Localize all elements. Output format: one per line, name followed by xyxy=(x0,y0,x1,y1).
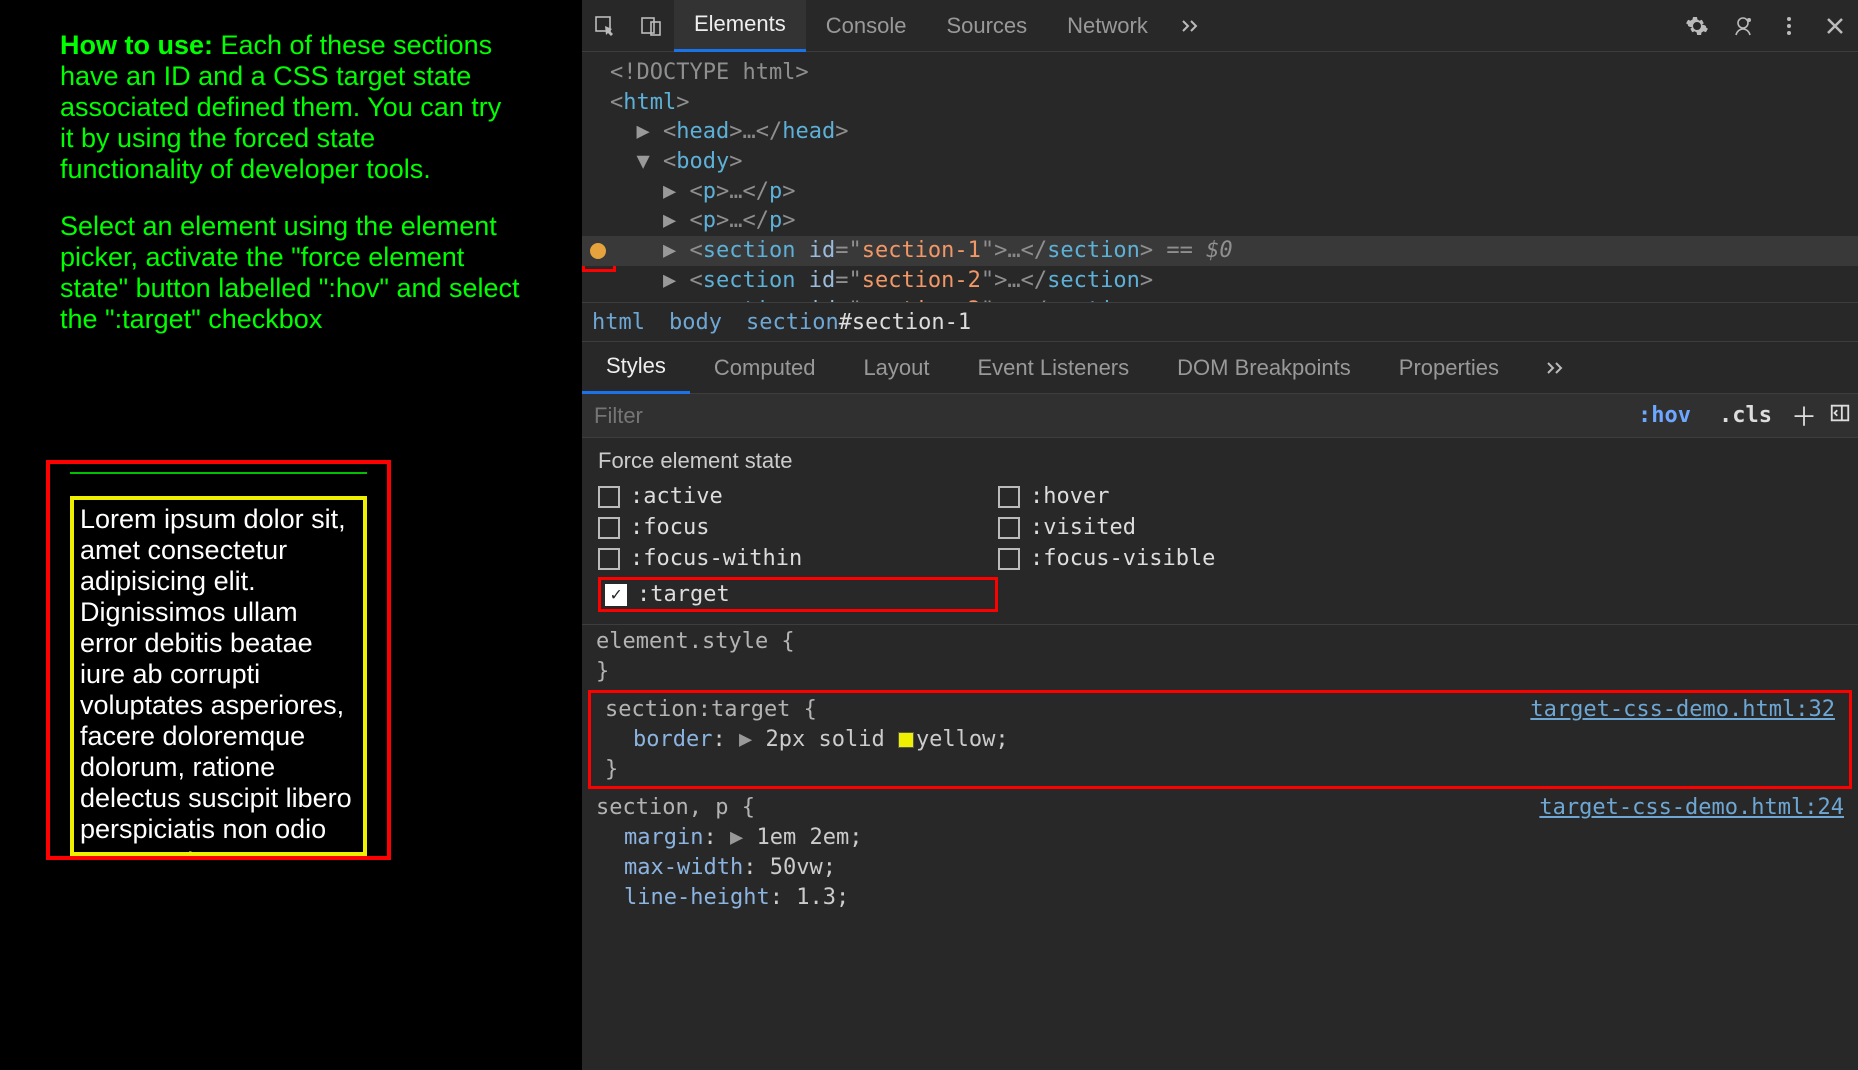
styles-tabbar: Styles Computed Layout Event Listeners D… xyxy=(582,342,1858,394)
dom-p1[interactable]: ▶ <p>…</p> xyxy=(582,177,1858,207)
dom-head[interactable]: ▶ <head>…</head> xyxy=(582,117,1858,147)
crumb-html[interactable]: html xyxy=(592,310,645,335)
checkbox-icon[interactable] xyxy=(998,517,1020,539)
annotation-red-box-section: Lorem ipsum dolor sit, amet consectetur … xyxy=(46,460,391,860)
checkbox-icon[interactable] xyxy=(598,486,620,508)
checkbox-icon[interactable] xyxy=(598,548,620,570)
rendered-page: How to use: Each of these sections have … xyxy=(0,0,582,1070)
section-divider xyxy=(70,472,367,474)
kebab-icon[interactable] xyxy=(1766,0,1812,52)
styles-tab-properties[interactable]: Properties xyxy=(1375,342,1523,394)
styles-tab-styles[interactable]: Styles xyxy=(582,342,690,394)
checkbox-icon[interactable] xyxy=(998,486,1020,508)
checkbox-icon[interactable] xyxy=(598,517,620,539)
force-focus[interactable]: :focus xyxy=(598,515,998,540)
devtools-tabbar: Elements Console Sources Network xyxy=(582,0,1858,52)
source-link-24[interactable]: target-css-demo.html:24 xyxy=(1539,793,1844,823)
devtools-panel: Elements Console Sources Network <!DOCTY… xyxy=(582,0,1858,1070)
dom-section-1[interactable]: ▶ <section id="section-1">…</section> ==… xyxy=(582,236,1858,266)
rule-prop-border[interactable]: border: ▶ 2px solid yellow; xyxy=(605,725,1835,755)
breadcrumb: html body section#section-1 xyxy=(582,302,1858,342)
tab-network[interactable]: Network xyxy=(1047,0,1168,52)
more-styles-tabs-icon[interactable] xyxy=(1533,342,1579,394)
dom-tree-wrap: <!DOCTYPE html> <html> ▶ <head>…</head> … xyxy=(582,52,1858,302)
color-swatch-yellow[interactable] xyxy=(898,732,914,748)
section-1-target: Lorem ipsum dolor sit, amet consectetur … xyxy=(70,496,367,856)
styles-tab-computed[interactable]: Computed xyxy=(690,342,840,394)
style-rules: element.style { } target-css-demo.html:3… xyxy=(582,625,1858,914)
more-tabs-chevrons-icon[interactable] xyxy=(1168,0,1214,52)
dom-body-open[interactable]: ▼ <body> xyxy=(582,147,1858,177)
rule-prop-margin[interactable]: margin: ▶ 1em 2em; xyxy=(596,823,1844,853)
customize-icon[interactable] xyxy=(1720,0,1766,52)
howto-block: How to use: Each of these sections have … xyxy=(60,30,522,335)
inspect-icon[interactable] xyxy=(582,0,628,52)
rule-prop-line-height[interactable]: line-height: 1.3; xyxy=(596,883,1844,913)
crumb-body[interactable]: body xyxy=(669,310,722,335)
force-hover[interactable]: :hover xyxy=(998,484,1398,509)
section-1-text: Lorem ipsum dolor sit, amet consectetur … xyxy=(80,504,352,856)
crumb-section[interactable]: section#section-1 xyxy=(746,310,971,335)
device-toggle-icon[interactable] xyxy=(628,0,674,52)
rule-element-style[interactable]: element.style { } xyxy=(582,625,1858,688)
annotation-red-box-target: :target xyxy=(598,577,998,612)
source-link-32[interactable]: target-css-demo.html:32 xyxy=(1530,695,1835,725)
styles-filter-row: :hov .cls ＋ xyxy=(582,394,1858,438)
tab-elements[interactable]: Elements xyxy=(674,0,806,52)
dom-section-3[interactable]: ▶ <section id="section-3">…</section> xyxy=(582,296,1858,303)
howto-paragraph-1: How to use: Each of these sections have … xyxy=(60,30,522,185)
force-target[interactable]: :target xyxy=(605,582,730,607)
dom-p2[interactable]: ▶ <p>…</p> xyxy=(582,206,1858,236)
styles-filter-input[interactable] xyxy=(582,403,1624,429)
force-visited[interactable]: :visited xyxy=(998,515,1398,540)
dom-doctype[interactable]: <!DOCTYPE html> xyxy=(582,58,1858,88)
force-focus-within[interactable]: :focus-within xyxy=(598,546,998,571)
breakpoint-dot-icon[interactable] xyxy=(590,243,606,259)
styles-tab-dom-breakpoints[interactable]: DOM Breakpoints xyxy=(1153,342,1375,394)
force-state-panel: Force element state :active :hover :focu… xyxy=(582,438,1858,625)
hov-toggle[interactable]: :hov xyxy=(1624,403,1705,428)
styles-tab-event-listeners[interactable]: Event Listeners xyxy=(954,342,1154,394)
dom-tree[interactable]: <!DOCTYPE html> <html> ▶ <head>…</head> … xyxy=(582,52,1858,302)
gear-icon[interactable] xyxy=(1674,0,1720,52)
rule-section-target[interactable]: target-css-demo.html:32 section:target {… xyxy=(588,690,1852,789)
howto-paragraph-2: Select an element using the element pick… xyxy=(60,211,522,335)
tab-console[interactable]: Console xyxy=(806,0,927,52)
checkbox-icon[interactable] xyxy=(998,548,1020,570)
styles-tab-layout[interactable]: Layout xyxy=(839,342,953,394)
new-style-rule-button[interactable]: ＋ xyxy=(1786,397,1822,434)
tab-sources[interactable]: Sources xyxy=(926,0,1047,52)
force-active[interactable]: :active xyxy=(598,484,998,509)
close-icon[interactable] xyxy=(1812,0,1858,52)
dom-html-open[interactable]: <html> xyxy=(582,88,1858,118)
force-state-title: Force element state xyxy=(598,448,1842,474)
checkbox-checked-icon[interactable] xyxy=(605,584,627,606)
toggle-sidebar-icon[interactable] xyxy=(1822,400,1858,431)
rule-section-p[interactable]: target-css-demo.html:24 section, p { mar… xyxy=(582,791,1858,914)
cls-toggle[interactable]: .cls xyxy=(1705,403,1786,428)
dom-section-2[interactable]: ▶ <section id="section-2">…</section> xyxy=(582,266,1858,296)
howto-bold: How to use: xyxy=(60,30,213,60)
rule-prop-max-width[interactable]: max-width: 50vw; xyxy=(596,853,1844,883)
force-focus-visible[interactable]: :focus-visible xyxy=(998,546,1398,571)
